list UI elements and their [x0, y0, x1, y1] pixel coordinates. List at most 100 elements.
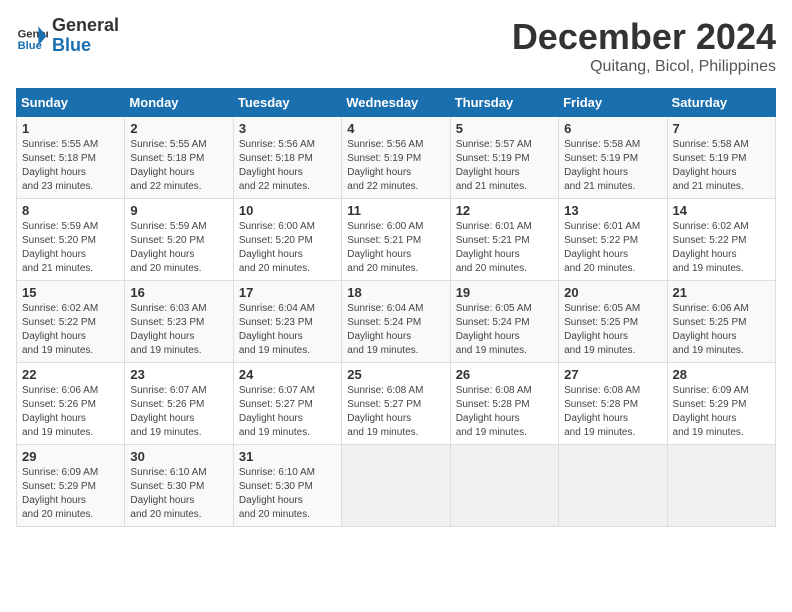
day-info: Sunrise: 6:03 AMSunset: 5:23 PMDaylight …	[130, 303, 206, 356]
day-info: Sunrise: 6:05 AMSunset: 5:25 PMDaylight …	[564, 303, 640, 356]
day-number: 27	[564, 367, 661, 382]
day-info: Sunrise: 6:06 AMSunset: 5:26 PMDaylight …	[22, 385, 98, 438]
day-info: Sunrise: 5:58 AMSunset: 5:19 PMDaylight …	[564, 139, 640, 192]
day-number: 20	[564, 285, 661, 300]
day-number: 23	[130, 367, 227, 382]
day-info: Sunrise: 6:10 AMSunset: 5:30 PMDaylight …	[130, 467, 206, 520]
day-number: 30	[130, 449, 227, 464]
calendar-day-cell: 17 Sunrise: 6:04 AMSunset: 5:23 PMDaylig…	[233, 281, 341, 363]
day-info: Sunrise: 6:04 AMSunset: 5:24 PMDaylight …	[347, 303, 423, 356]
calendar-day-cell: 21 Sunrise: 6:06 AMSunset: 5:25 PMDaylig…	[667, 281, 775, 363]
calendar-day-cell: 3 Sunrise: 5:56 AMSunset: 5:18 PMDayligh…	[233, 117, 341, 199]
day-number: 17	[239, 285, 336, 300]
day-info: Sunrise: 5:59 AMSunset: 5:20 PMDaylight …	[130, 221, 206, 274]
day-info: Sunrise: 5:58 AMSunset: 5:19 PMDaylight …	[673, 139, 749, 192]
calendar-day-cell: 2 Sunrise: 5:55 AMSunset: 5:18 PMDayligh…	[125, 117, 233, 199]
calendar-week-row: 8 Sunrise: 5:59 AMSunset: 5:20 PMDayligh…	[17, 199, 776, 281]
calendar-day-cell: 19 Sunrise: 6:05 AMSunset: 5:24 PMDaylig…	[450, 281, 558, 363]
calendar-day-cell: 6 Sunrise: 5:58 AMSunset: 5:19 PMDayligh…	[559, 117, 667, 199]
day-number: 8	[22, 203, 119, 218]
calendar-day-cell: 5 Sunrise: 5:57 AMSunset: 5:19 PMDayligh…	[450, 117, 558, 199]
calendar-day-cell: 30 Sunrise: 6:10 AMSunset: 5:30 PMDaylig…	[125, 445, 233, 527]
calendar-day-cell: 15 Sunrise: 6:02 AMSunset: 5:22 PMDaylig…	[17, 281, 125, 363]
day-number: 5	[456, 121, 553, 136]
day-number: 24	[239, 367, 336, 382]
svg-text:Blue: Blue	[18, 40, 42, 52]
day-info: Sunrise: 6:08 AMSunset: 5:27 PMDaylight …	[347, 385, 423, 438]
day-number: 3	[239, 121, 336, 136]
header: General Blue General Blue December 2024 …	[16, 16, 776, 76]
day-info: Sunrise: 6:08 AMSunset: 5:28 PMDaylight …	[564, 385, 640, 438]
day-number: 31	[239, 449, 336, 464]
calendar-day-cell: 31 Sunrise: 6:10 AMSunset: 5:30 PMDaylig…	[233, 445, 341, 527]
empty-cell	[667, 445, 775, 527]
month-title: December 2024	[512, 16, 776, 58]
day-info: Sunrise: 6:00 AMSunset: 5:21 PMDaylight …	[347, 221, 423, 274]
calendar-day-cell: 8 Sunrise: 5:59 AMSunset: 5:20 PMDayligh…	[17, 199, 125, 281]
day-number: 7	[673, 121, 770, 136]
calendar-day-cell: 23 Sunrise: 6:07 AMSunset: 5:26 PMDaylig…	[125, 363, 233, 445]
day-number: 4	[347, 121, 444, 136]
day-info: Sunrise: 6:02 AMSunset: 5:22 PMDaylight …	[22, 303, 98, 356]
calendar-header-row: Sunday Monday Tuesday Wednesday Thursday…	[17, 89, 776, 117]
calendar-day-cell: 12 Sunrise: 6:01 AMSunset: 5:21 PMDaylig…	[450, 199, 558, 281]
header-monday: Monday	[125, 89, 233, 117]
day-info: Sunrise: 6:07 AMSunset: 5:26 PMDaylight …	[130, 385, 206, 438]
empty-cell	[559, 445, 667, 527]
title-area: December 2024 Quitang, Bicol, Philippine…	[512, 16, 776, 76]
day-info: Sunrise: 6:09 AMSunset: 5:29 PMDaylight …	[673, 385, 749, 438]
header-saturday: Saturday	[667, 89, 775, 117]
day-number: 28	[673, 367, 770, 382]
calendar-day-cell: 16 Sunrise: 6:03 AMSunset: 5:23 PMDaylig…	[125, 281, 233, 363]
logo-text: General Blue	[52, 16, 119, 56]
logo-icon: General Blue	[16, 20, 48, 52]
day-info: Sunrise: 6:05 AMSunset: 5:24 PMDaylight …	[456, 303, 532, 356]
calendar-week-row: 29 Sunrise: 6:09 AMSunset: 5:29 PMDaylig…	[17, 445, 776, 527]
calendar-day-cell: 29 Sunrise: 6:09 AMSunset: 5:29 PMDaylig…	[17, 445, 125, 527]
calendar-day-cell: 1 Sunrise: 5:55 AMSunset: 5:18 PMDayligh…	[17, 117, 125, 199]
day-number: 22	[22, 367, 119, 382]
calendar-day-cell: 14 Sunrise: 6:02 AMSunset: 5:22 PMDaylig…	[667, 199, 775, 281]
calendar-day-cell: 28 Sunrise: 6:09 AMSunset: 5:29 PMDaylig…	[667, 363, 775, 445]
day-number: 9	[130, 203, 227, 218]
day-info: Sunrise: 6:01 AMSunset: 5:22 PMDaylight …	[564, 221, 640, 274]
day-info: Sunrise: 5:57 AMSunset: 5:19 PMDaylight …	[456, 139, 532, 192]
calendar-week-row: 22 Sunrise: 6:06 AMSunset: 5:26 PMDaylig…	[17, 363, 776, 445]
day-number: 14	[673, 203, 770, 218]
day-info: Sunrise: 6:07 AMSunset: 5:27 PMDaylight …	[239, 385, 315, 438]
calendar-day-cell: 25 Sunrise: 6:08 AMSunset: 5:27 PMDaylig…	[342, 363, 450, 445]
day-info: Sunrise: 6:01 AMSunset: 5:21 PMDaylight …	[456, 221, 532, 274]
day-number: 18	[347, 285, 444, 300]
location-title: Quitang, Bicol, Philippines	[512, 58, 776, 76]
logo: General Blue General Blue	[16, 16, 119, 56]
calendar-day-cell: 4 Sunrise: 5:56 AMSunset: 5:19 PMDayligh…	[342, 117, 450, 199]
day-number: 6	[564, 121, 661, 136]
day-number: 15	[22, 285, 119, 300]
day-number: 11	[347, 203, 444, 218]
calendar-week-row: 1 Sunrise: 5:55 AMSunset: 5:18 PMDayligh…	[17, 117, 776, 199]
calendar-day-cell: 10 Sunrise: 6:00 AMSunset: 5:20 PMDaylig…	[233, 199, 341, 281]
day-info: Sunrise: 5:56 AMSunset: 5:19 PMDaylight …	[347, 139, 423, 192]
calendar-day-cell: 13 Sunrise: 6:01 AMSunset: 5:22 PMDaylig…	[559, 199, 667, 281]
day-info: Sunrise: 5:56 AMSunset: 5:18 PMDaylight …	[239, 139, 315, 192]
header-sunday: Sunday	[17, 89, 125, 117]
calendar-day-cell: 7 Sunrise: 5:58 AMSunset: 5:19 PMDayligh…	[667, 117, 775, 199]
day-info: Sunrise: 6:09 AMSunset: 5:29 PMDaylight …	[22, 467, 98, 520]
day-number: 2	[130, 121, 227, 136]
empty-cell	[450, 445, 558, 527]
day-number: 21	[673, 285, 770, 300]
day-number: 1	[22, 121, 119, 136]
header-friday: Friday	[559, 89, 667, 117]
day-info: Sunrise: 5:59 AMSunset: 5:20 PMDaylight …	[22, 221, 98, 274]
day-info: Sunrise: 6:04 AMSunset: 5:23 PMDaylight …	[239, 303, 315, 356]
calendar-day-cell: 11 Sunrise: 6:00 AMSunset: 5:21 PMDaylig…	[342, 199, 450, 281]
calendar-day-cell: 20 Sunrise: 6:05 AMSunset: 5:25 PMDaylig…	[559, 281, 667, 363]
day-info: Sunrise: 5:55 AMSunset: 5:18 PMDaylight …	[130, 139, 206, 192]
day-number: 10	[239, 203, 336, 218]
day-number: 13	[564, 203, 661, 218]
day-info: Sunrise: 6:08 AMSunset: 5:28 PMDaylight …	[456, 385, 532, 438]
header-tuesday: Tuesday	[233, 89, 341, 117]
day-number: 25	[347, 367, 444, 382]
day-number: 26	[456, 367, 553, 382]
day-number: 29	[22, 449, 119, 464]
